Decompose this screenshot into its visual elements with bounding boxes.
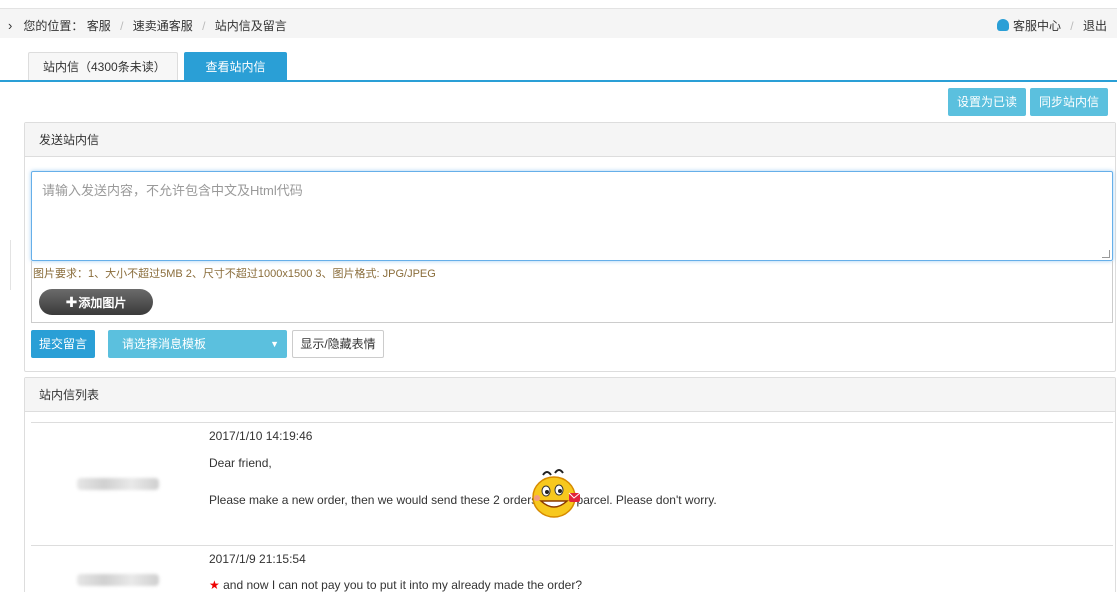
message-content-placeholder: 请输入发送内容，不允许包含中文及Html代码 xyxy=(42,183,303,198)
add-image-button[interactable]: ✚添加图片 xyxy=(39,289,153,315)
smiley-emoji-icon xyxy=(532,469,581,518)
tab-messages-label: 站内信（4300条未读） xyxy=(43,60,166,74)
template-select-label: 请选择消息模板 xyxy=(122,337,207,351)
breadcrumb-item-aliexpress-service[interactable]: 速卖通客服 xyxy=(133,19,193,33)
submit-message-button[interactable]: 提交留言 xyxy=(31,330,95,358)
send-message-panel: 发送站内信 请输入发送内容，不允许包含中文及Html代码 图片要求：1、大小不超… xyxy=(24,122,1116,372)
tab-view-message-label: 查看站内信 xyxy=(205,60,266,74)
breadcrumb-bar: › 您的位置： 客服 / 速卖通客服 / 站内信及留言 客服中心 / 退出 xyxy=(0,8,1117,38)
avatar xyxy=(77,574,159,586)
chevron-right-icon: › xyxy=(8,18,13,33)
sync-messages-button[interactable]: 同步站内信 xyxy=(1030,88,1108,116)
image-upload-area: 图片要求：1、大小不超过5MB 2、尺寸不超过1000x1500 3、图片格式:… xyxy=(31,261,1113,323)
message-time: 2017/1/9 21:15:54 xyxy=(209,552,306,566)
breadcrumb-item-messages: 站内信及留言 xyxy=(214,19,287,33)
image-requirements-text: 图片要求：1、大小不超过5MB 2、尺寸不超过1000x1500 3、图片格式:… xyxy=(33,268,436,280)
message-list-panel: 站内信列表 2017/1/10 14:19:46 Dear friend, Pl… xyxy=(24,377,1116,592)
tab-bar: 站内信（4300条未读） 查看站内信 ✖ xyxy=(0,52,1117,102)
breadcrumb-item-service[interactable]: 客服 xyxy=(87,19,111,33)
avatar xyxy=(77,478,159,490)
caret-down-icon: ▼ xyxy=(270,339,279,349)
resize-handle-icon[interactable] xyxy=(1102,250,1110,258)
send-panel-title: 发送站内信 xyxy=(25,123,1115,157)
add-image-label: 添加图片 xyxy=(78,296,127,310)
close-icon[interactable]: ✖ xyxy=(232,88,242,102)
message-time: 2017/1/10 14:19:46 xyxy=(209,429,313,443)
top-links: 客服中心 / 退出 xyxy=(996,17,1107,34)
message-body: Please make a new order, then we would s… xyxy=(209,493,717,507)
message-list: 2017/1/10 14:19:46 Dear friend, Please m… xyxy=(31,422,1113,592)
service-center-link[interactable]: 客服中心 xyxy=(1013,19,1061,33)
mark-read-button[interactable]: 设置为已读 xyxy=(948,88,1026,116)
list-panel-title: 站内信列表 xyxy=(25,378,1115,412)
plus-icon: ✚ xyxy=(65,294,78,310)
star-icon: ★ xyxy=(209,578,220,592)
message-greeting: Dear friend, xyxy=(209,456,272,470)
breadcrumb: › 您的位置： 客服 / 速卖通客服 / 站内信及留言 xyxy=(8,17,287,34)
tab-view-message[interactable]: 查看站内信 ✖ xyxy=(184,52,287,102)
list-item: 2017/1/10 14:19:46 Dear friend, Please m… xyxy=(31,422,1113,545)
message-body: and now I can not pay you to put it into… xyxy=(223,578,582,592)
message-template-select[interactable]: 请选择消息模板 ▼ xyxy=(108,330,287,358)
breadcrumb-separator: / xyxy=(202,19,206,33)
toggle-emoji-button[interactable]: 显示/隐藏表情 xyxy=(292,330,384,358)
message-content-input[interactable]: 请输入发送内容，不允许包含中文及Html代码 xyxy=(31,171,1113,261)
link-separator: / xyxy=(1070,19,1074,33)
divider xyxy=(10,240,11,290)
bell-icon xyxy=(996,19,1009,31)
tab-messages[interactable]: 站内信（4300条未读） xyxy=(28,52,178,80)
logout-link[interactable]: 退出 xyxy=(1083,19,1107,33)
breadcrumb-separator: / xyxy=(120,19,124,33)
message-body-line: ★ and now I can not pay you to put it in… xyxy=(209,578,582,592)
list-item: 2017/1/9 21:15:54 ★ and now I can not pa… xyxy=(31,545,1113,592)
breadcrumb-prefix: 您的位置： xyxy=(23,19,84,33)
